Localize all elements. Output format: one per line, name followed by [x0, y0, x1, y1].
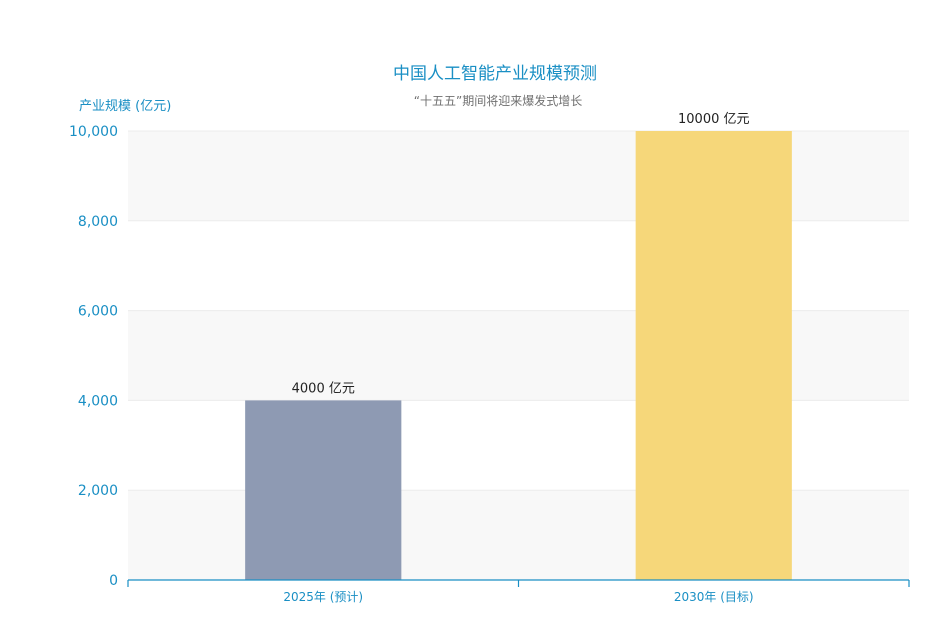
- y-tick-label: 8,000: [78, 214, 118, 230]
- data-label: 10000 亿元: [678, 112, 750, 127]
- y-tick-label: 0: [109, 573, 118, 589]
- x-tick-label: 2025年 (预计): [283, 590, 363, 604]
- chart-title: 中国人工智能产业规模预测: [393, 64, 597, 84]
- x-tick-label: 2030年 (目标): [674, 590, 754, 604]
- chart-subtitle: “十五五”期间将迎来爆发式增长: [414, 93, 582, 108]
- bar: [635, 131, 792, 580]
- chart: 4000 亿元 10000 亿元 0 2,000 4,000 6,000 8,000 10,…: [69, 64, 910, 604]
- data-label: 4000 亿元: [292, 381, 355, 396]
- y-axis-ticks: 0 2,000 4,000 6,000 8,000 10,000: [69, 124, 118, 589]
- bar: [245, 400, 402, 580]
- y-tick-label: 10,000: [69, 124, 118, 140]
- y-tick-label: 2,000: [78, 483, 118, 499]
- y-axis-label: 产业规模 (亿元): [79, 99, 171, 114]
- x-axis: 2025年 (预计) 2030年 (目标): [127, 579, 910, 604]
- y-tick-label: 6,000: [78, 304, 118, 320]
- y-tick-label: 4,000: [78, 393, 118, 409]
